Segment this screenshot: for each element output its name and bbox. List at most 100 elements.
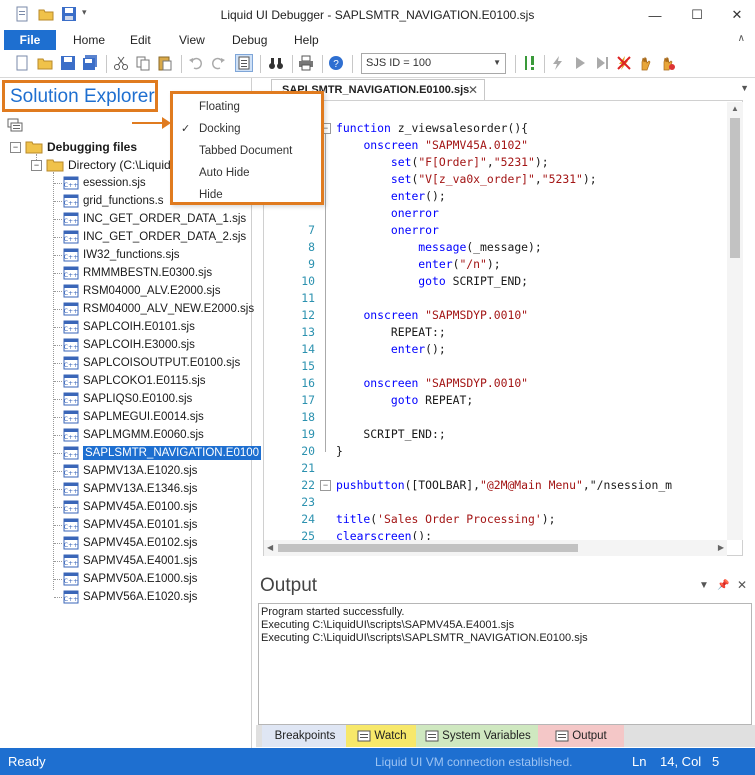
code-text: set("V[z_va0x_order]","5231");: [390, 172, 597, 186]
cut-icon[interactable]: [113, 55, 129, 71]
tab-system-variables[interactable]: System Variables: [416, 725, 540, 747]
tree-file-item[interactable]: C++ SAPLIQS0.E0100.sjs: [54, 390, 192, 408]
play-icon[interactable]: [572, 55, 588, 71]
menu-home[interactable]: Home: [73, 33, 105, 47]
tree-file-item[interactable]: C++ SAPMV13A.E1346.sjs: [54, 480, 197, 498]
tree-file-item[interactable]: C++ SAPMV13A.E1020.sjs: [54, 462, 197, 480]
tree-file-item[interactable]: C++ SAPMV45A.E0102.sjs: [54, 534, 197, 552]
tree-file-item[interactable]: C++ esession.sjs: [54, 174, 146, 192]
comment-lines-icon[interactable]: [235, 54, 253, 72]
script-file-icon: C++: [63, 428, 79, 442]
solution-explorer-header[interactable]: Solution Explorer: [2, 80, 158, 112]
menu-item-docking[interactable]: ✓ Docking: [173, 118, 321, 140]
menu-item-tabbed-document[interactable]: Tabbed Document: [173, 140, 321, 162]
hand-stop-icon[interactable]: [660, 55, 676, 71]
tree-file-item[interactable]: C++ RSM04000_ALV.E2000.sjs: [54, 282, 220, 300]
editor-vertical-scrollbar[interactable]: ▲: [727, 102, 743, 540]
tree-file-item[interactable]: C++ INC_GET_ORDER_DATA_2.sjs: [54, 228, 246, 246]
close-tab-icon[interactable]: ✕: [468, 83, 478, 97]
code-text: }: [336, 444, 343, 458]
print-icon[interactable]: [298, 55, 314, 71]
variables-icon: [425, 730, 439, 742]
save-all-icon[interactable]: [82, 55, 98, 71]
menu-edit[interactable]: Edit: [130, 33, 151, 47]
tab-output[interactable]: Output: [538, 725, 624, 747]
tree-file-item[interactable]: C++ IW32_functions.sjs: [54, 246, 180, 264]
tree-file-item[interactable]: C++ SAPLCOIH.E0101.sjs: [54, 318, 195, 336]
properties-icon[interactable]: [7, 118, 23, 132]
menu-item-hide[interactable]: Hide: [173, 184, 321, 206]
output-text-area[interactable]: Program started successfully. Executing …: [258, 603, 752, 725]
find-binoculars-icon[interactable]: [268, 55, 284, 71]
menu-view[interactable]: View: [179, 33, 205, 47]
tree-file-item[interactable]: C++ SAPMV56A.E1020.sjs: [54, 588, 197, 606]
stop-debug-icon[interactable]: [616, 55, 632, 71]
code-line: 10 goto SCRIPT_END;: [264, 273, 742, 290]
ribbon-collapse-icon[interactable]: ∧: [738, 33, 745, 44]
script-file-icon: C++: [63, 482, 79, 496]
scroll-up-icon[interactable]: ▲: [731, 104, 739, 113]
undo-icon[interactable]: [188, 55, 204, 71]
code-editor[interactable]: function z_viewsalesorder(){ onscreen "S…: [263, 100, 743, 556]
maximize-button[interactable]: ☐: [682, 4, 712, 26]
tree-file-label: RMMMBESTN.E0300.sjs: [83, 267, 213, 279]
copy-icon[interactable]: [135, 55, 151, 71]
line-number: 8: [308, 240, 315, 254]
open-folder-icon[interactable]: [37, 55, 53, 71]
lightning-run-icon[interactable]: [550, 55, 566, 71]
tree-file-item[interactable]: C++ SAPLCOKO1.E0115.sjs: [54, 372, 206, 390]
menu-item-floating[interactable]: Floating: [173, 96, 321, 118]
title-bar: ▾ Liquid UI Debugger - SAPLSMTR_NAVIGATI…: [0, 0, 755, 30]
close-window-button[interactable]: ✕: [722, 4, 752, 26]
menu-help[interactable]: Help: [294, 33, 319, 47]
paste-icon[interactable]: [157, 55, 173, 71]
menu-file[interactable]: File: [4, 30, 56, 50]
tree-directory[interactable]: − Directory (C:\Liquid: [31, 156, 171, 174]
tree-file-item[interactable]: C++ SAPLSMTR_NAVIGATION.E0100: [54, 444, 262, 462]
menu-item-auto-hide[interactable]: Auto Hide: [173, 162, 321, 184]
tree-file-item[interactable]: C++ SAPMV50A.E1000.sjs: [54, 570, 197, 588]
tree-file-item[interactable]: C++ SAPLCOISOUTPUT.E0100.sjs: [54, 354, 240, 372]
panel-menu-icon[interactable]: ▼: [699, 580, 709, 591]
code-text: REPEAT:;: [336, 325, 446, 339]
tree-file-item[interactable]: C++ SAPLCOIH.E3000.sjs: [54, 336, 195, 354]
scroll-thumb[interactable]: [278, 544, 578, 552]
tree-file-item[interactable]: C++ grid_functions.s: [54, 192, 164, 210]
redo-icon[interactable]: [210, 55, 226, 71]
code-text: onerror: [390, 206, 439, 220]
step-icon[interactable]: [594, 55, 610, 71]
sjs-id-select[interactable]: SJS ID = 100 ▼: [361, 53, 506, 74]
close-panel-icon[interactable]: ✕: [737, 578, 747, 592]
tree-file-item[interactable]: C++ INC_GET_ORDER_DATA_1.sjs: [54, 210, 246, 228]
collapse-icon[interactable]: −: [31, 159, 42, 171]
tree-file-item[interactable]: C++ SAPMV45A.E0101.sjs: [54, 516, 197, 534]
scroll-right-icon[interactable]: ▶: [718, 543, 724, 552]
tree-file-item[interactable]: C++ RSM04000_ALV_NEW.E2000.sjs: [54, 300, 254, 318]
tree-file-item[interactable]: C++ SAPMV45A.E4001.sjs: [54, 552, 197, 570]
menu-debug[interactable]: Debug: [232, 33, 267, 47]
new-file-icon[interactable]: [14, 55, 30, 71]
scroll-thumb[interactable]: [730, 118, 740, 258]
code-line: 9 enter("/n");: [264, 256, 742, 273]
scroll-left-icon[interactable]: ◀: [267, 543, 273, 552]
svg-text:C++: C++: [64, 470, 78, 477]
tab-list-dropdown-icon[interactable]: ▼: [740, 83, 749, 93]
check-syntax-icon[interactable]: [522, 55, 538, 71]
fold-toggle-icon[interactable]: −: [320, 480, 331, 491]
tree-root-debugging-files[interactable]: − Debugging files: [10, 138, 137, 156]
hand-icon[interactable]: [638, 55, 654, 71]
editor-horizontal-scrollbar[interactable]: ◀ ▶: [264, 540, 727, 556]
tree-file-item[interactable]: C++ SAPLMEGUI.E0014.sjs: [54, 408, 204, 426]
pin-icon[interactable]: 📌: [717, 580, 729, 591]
tab-breakpoints[interactable]: Breakpoints: [262, 725, 348, 747]
save-icon[interactable]: [60, 55, 76, 71]
code-line: 11: [264, 290, 742, 307]
tree-file-item[interactable]: C++ SAPMV45A.E0100.sjs: [54, 498, 197, 516]
line-number: 13: [301, 325, 315, 339]
tree-file-item[interactable]: C++ SAPLMGMM.E0060.sjs: [54, 426, 204, 444]
collapse-icon[interactable]: −: [10, 141, 21, 153]
minimize-button[interactable]: —: [640, 4, 670, 26]
tree-file-item[interactable]: C++ RMMMBESTN.E0300.sjs: [54, 264, 212, 282]
help-icon[interactable]: ?: [328, 55, 344, 71]
tab-watch[interactable]: Watch: [346, 725, 418, 747]
